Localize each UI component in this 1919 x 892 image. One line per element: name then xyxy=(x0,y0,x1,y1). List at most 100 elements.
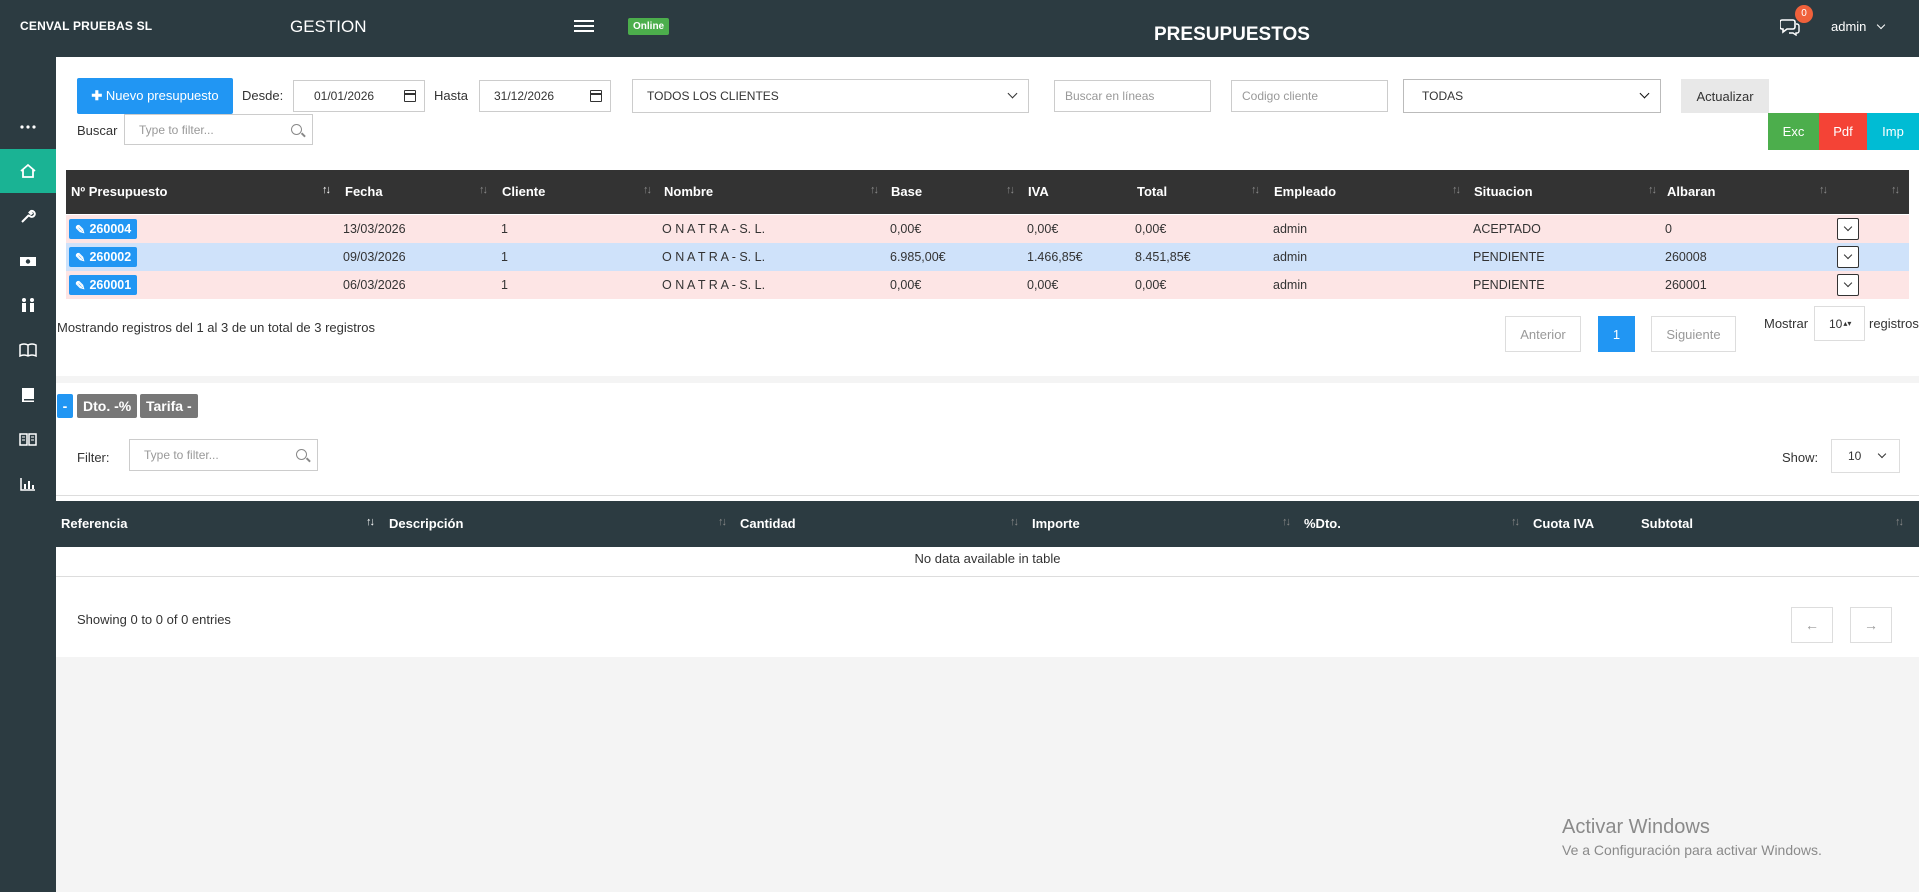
col-base[interactable]: Base xyxy=(891,184,922,199)
calendar-icon[interactable] xyxy=(404,90,416,102)
user-name: admin xyxy=(1831,19,1867,34)
sort-icon[interactable]: ↑↓ xyxy=(643,184,652,196)
col-descripcion[interactable]: Descripción xyxy=(389,516,463,531)
sort-icon[interactable]: ↑↓ xyxy=(870,184,879,196)
table-row[interactable]: ✎ 260002 09/03/2026 1 O N A T R A - S. L.… xyxy=(66,243,1909,271)
prev-arrow-button[interactable]: ← xyxy=(1791,607,1833,643)
home-icon[interactable] xyxy=(0,149,56,193)
sort-icon[interactable]: ↑↓ xyxy=(1452,184,1461,196)
page-1-button[interactable]: 1 xyxy=(1598,316,1635,352)
budget-id: 260001 xyxy=(89,278,132,292)
sort-icon[interactable]: ↑↓ xyxy=(1282,516,1291,528)
collapse-button[interactable]: - xyxy=(57,394,73,418)
next-page-button[interactable]: Siguiente xyxy=(1651,316,1736,352)
cell-iva: 0,00€ xyxy=(1027,222,1059,236)
edit-budget-button[interactable]: ✎ 260001 xyxy=(69,275,138,295)
discount-tag[interactable]: Dto. -% xyxy=(77,394,138,418)
print-button[interactable]: Imp xyxy=(1867,113,1919,150)
search-lines-placeholder: Buscar en líneas xyxy=(1065,89,1155,103)
col-numero[interactable]: Nº Presupuesto xyxy=(71,184,168,199)
next-arrow-button[interactable]: → xyxy=(1850,607,1892,643)
col-referencia[interactable]: Referencia xyxy=(61,516,127,531)
sort-icon[interactable]: ↑↓ xyxy=(479,184,488,196)
edit-icon: ✎ xyxy=(75,278,86,293)
sort-icon[interactable]: ↑↓ xyxy=(1511,516,1520,528)
sort-icon[interactable]: ↑↓ xyxy=(1648,184,1657,196)
book-open-icon[interactable] xyxy=(0,328,56,372)
more-icon[interactable] xyxy=(0,105,56,149)
entries-select[interactable]: 10 xyxy=(1831,439,1900,473)
col-subtotal[interactable]: Subtotal xyxy=(1641,516,1693,531)
lines-filter-input[interactable]: Type to filter... xyxy=(129,439,318,471)
filter-label: Filter: xyxy=(77,450,110,465)
wrench-icon[interactable] xyxy=(0,194,56,238)
sort-icon[interactable]: ↑↓ xyxy=(366,516,375,528)
client-select[interactable]: TODOS LOS CLIENTES xyxy=(632,79,1029,113)
col-empleado[interactable]: Empleado xyxy=(1274,184,1336,199)
export-excel-button[interactable]: Exc xyxy=(1768,113,1819,150)
filter-input[interactable]: Type to filter... xyxy=(124,114,313,145)
user-menu[interactable]: admin xyxy=(1831,19,1886,34)
col-cantidad[interactable]: Cantidad xyxy=(740,516,796,531)
edit-budget-button[interactable]: ✎ 260002 xyxy=(69,247,138,267)
new-budget-button[interactable]: ✚ Nuevo presupuesto xyxy=(77,78,233,114)
row-actions-dropdown[interactable] xyxy=(1837,246,1859,268)
cell-total: 0,00€ xyxy=(1135,278,1167,292)
col-nombre[interactable]: Nombre xyxy=(664,184,713,199)
table-row[interactable]: ✎ 260001 06/03/2026 1 O N A T R A - S. L.… xyxy=(66,271,1909,299)
sort-icon[interactable]: ↑↓ xyxy=(1891,184,1900,196)
menu-toggle-icon[interactable] xyxy=(574,17,594,37)
search-lines-input[interactable]: Buscar en líneas xyxy=(1054,80,1211,112)
page-size-select[interactable]: 10 ▴▾ xyxy=(1814,306,1865,341)
from-date-input[interactable]: 01/01/2026 xyxy=(293,80,425,112)
to-date-input[interactable]: 31/12/2026 xyxy=(479,80,611,112)
client-select-value: TODOS LOS CLIENTES xyxy=(647,89,779,103)
client-code-input[interactable]: Codigo cliente xyxy=(1231,80,1388,112)
sort-icon[interactable]: ↑↓ xyxy=(322,184,331,196)
col-importe[interactable]: Importe xyxy=(1032,516,1080,531)
top-bar: CENVAL PRUEBAS SL GESTION Online PRESUPU… xyxy=(0,0,1919,57)
row-actions-dropdown[interactable] xyxy=(1837,218,1859,240)
prev-page-button[interactable]: Anterior xyxy=(1505,316,1581,352)
tariff-tag[interactable]: Tarifa - xyxy=(140,394,198,418)
edit-budget-button[interactable]: ✎ 260004 xyxy=(69,219,138,239)
reader-icon[interactable] xyxy=(0,417,56,461)
sort-icon[interactable]: ↑↓ xyxy=(1006,184,1015,196)
col-albaran[interactable]: Albaran xyxy=(1667,184,1715,199)
cell-cliente: 1 xyxy=(501,250,508,264)
users-icon[interactable] xyxy=(0,283,56,327)
sort-icon[interactable]: ↑↓ xyxy=(1895,516,1904,528)
sort-icon[interactable]: ↑↓ xyxy=(1251,184,1260,196)
export-pdf-button[interactable]: Pdf xyxy=(1819,113,1867,150)
cell-empleado: admin xyxy=(1273,250,1308,264)
sort-icon[interactable]: ↑↓ xyxy=(1819,184,1828,196)
cell-empleado: admin xyxy=(1273,222,1308,236)
show-label: Mostrar xyxy=(1764,316,1809,331)
col-iva[interactable]: IVA xyxy=(1028,184,1049,199)
book-icon[interactable] xyxy=(0,373,56,417)
chevron-down-icon xyxy=(1639,88,1650,99)
col-cliente[interactable]: Cliente xyxy=(502,184,545,199)
sort-icon[interactable]: ↑↓ xyxy=(718,516,727,528)
new-budget-label: Nuevo presupuesto xyxy=(105,88,219,103)
row-actions-dropdown[interactable] xyxy=(1837,274,1859,296)
money-icon[interactable] xyxy=(0,239,56,283)
cell-situacion: PENDIENTE xyxy=(1473,278,1545,292)
bar-chart-icon[interactable] xyxy=(0,462,56,506)
col-fecha[interactable]: Fecha xyxy=(345,184,383,199)
cell-situacion: ACEPTADO xyxy=(1473,222,1541,236)
search-label: Buscar xyxy=(77,123,118,138)
update-button[interactable]: Actualizar xyxy=(1681,79,1769,113)
table-row[interactable]: ✎ 260004 13/03/2026 1 O N A T R A - S. L.… xyxy=(66,215,1909,243)
filter-placeholder: Type to filter... xyxy=(139,122,214,137)
state-select[interactable]: TODAS xyxy=(1403,79,1661,113)
sort-icon[interactable]: ↑↓ xyxy=(1010,516,1019,528)
col-situacion[interactable]: Situacion xyxy=(1474,184,1533,199)
col-cuota-iva[interactable]: Cuota IVA xyxy=(1533,516,1594,531)
col-total[interactable]: Total xyxy=(1137,184,1167,199)
show-entries-label: Show: xyxy=(1782,450,1819,465)
app-name: GESTION xyxy=(290,17,367,36)
calendar-icon[interactable] xyxy=(590,90,602,102)
col-dto[interactable]: %Dto. xyxy=(1304,516,1341,531)
cell-albaran: 260008 xyxy=(1665,250,1707,264)
